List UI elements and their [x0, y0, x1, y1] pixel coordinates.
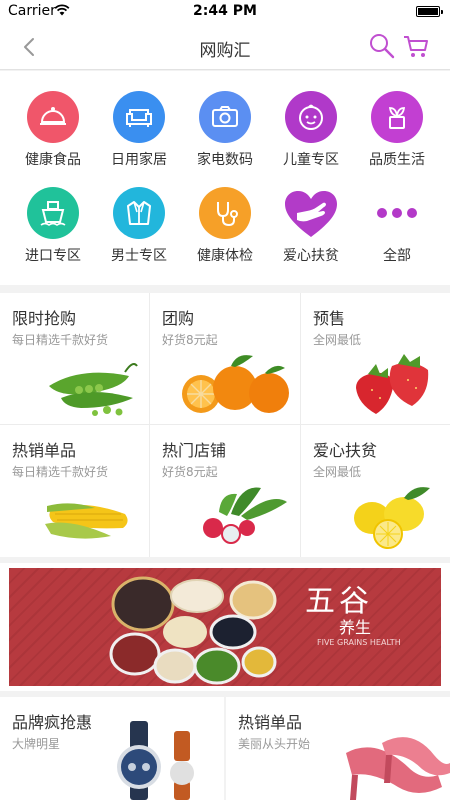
category-kids[interactable]: 儿童专区: [266, 91, 356, 181]
clock: 2:44 PM: [193, 3, 257, 19]
category-label: 健康食品: [25, 152, 81, 168]
nav-bar: 网购汇: [0, 24, 450, 70]
category-label: 健康体检: [197, 248, 253, 264]
cart-icon[interactable]: [402, 32, 430, 60]
status-bar: Carrier 2:44 PM: [0, 0, 450, 24]
suit-icon: [113, 187, 165, 239]
baby-face-icon: [285, 91, 337, 143]
tile-title: 热销单品: [238, 713, 303, 732]
ship-icon: [27, 187, 79, 239]
category-label: 男士专区: [111, 248, 167, 264]
lemons-image: [354, 487, 430, 549]
category-label: 日用家居: [111, 152, 167, 168]
search-icon[interactable]: [368, 32, 396, 60]
promo-hot-shops[interactable]: 热门店铺 好货8元起: [150, 425, 299, 556]
plant-pot-icon: [371, 91, 423, 143]
more-dots-icon: [371, 187, 423, 239]
promo-group-buy[interactable]: 团购 好货8元起: [150, 293, 299, 424]
promo-title: 预售: [313, 309, 346, 328]
tile-brand-sale[interactable]: 品牌疯抢惠 大牌明星: [0, 697, 224, 800]
banner-section: 五谷 养生 FIVE GRAINS HEALTH: [0, 557, 450, 691]
watch-image: [117, 721, 194, 800]
camera-icon: [199, 91, 251, 143]
category-home[interactable]: 日用家居: [94, 91, 184, 181]
oranges-image: [182, 355, 289, 413]
category-all[interactable]: 全部: [352, 187, 442, 277]
banner-english: FIVE GRAINS HEALTH: [317, 638, 401, 647]
heart-hand-icon: [285, 191, 337, 237]
tile-hot-items[interactable]: 热销单品 美丽从头开始: [226, 697, 450, 800]
tile-title: 品牌疯抢惠: [12, 713, 93, 732]
category-label: 全部: [383, 248, 411, 264]
promo-hot-items[interactable]: 热销单品 每日精选千款好货: [0, 425, 149, 556]
category-digital[interactable]: 家电数码: [180, 91, 270, 181]
promo-title: 爱心扶贫: [313, 441, 378, 460]
category-label: 品质生活: [369, 152, 425, 168]
heels-image: [346, 737, 450, 800]
category-label: 家电数码: [197, 152, 253, 168]
strawberries-image: [356, 354, 429, 414]
tile-subtitle: 美丽从头开始: [238, 737, 311, 751]
category-charity[interactable]: 爱心扶贫: [266, 187, 356, 277]
food-cover-icon: [27, 91, 79, 143]
tile-subtitle: 大牌明星: [12, 737, 61, 751]
category-grid: 健康食品 日用家居 家电数码 儿童专区 品质生活 进口专区 男士专区 健康体检 …: [0, 71, 450, 285]
category-label: 进口专区: [25, 248, 81, 264]
banner-subtitle: 养生: [339, 618, 372, 637]
category-health-check[interactable]: 健康体检: [180, 187, 270, 277]
promo-title: 团购: [162, 309, 195, 328]
promo-title: 限时抢购: [12, 309, 77, 328]
corn-image: [45, 503, 128, 539]
radish-image: [203, 487, 287, 544]
sofa-icon: [113, 91, 165, 143]
promo-flash-sale[interactable]: 限时抢购 每日精选千款好货: [0, 293, 149, 424]
promo-charity[interactable]: 爱心扶贫 全网最低: [301, 425, 450, 556]
promo-title: 热门店铺: [162, 441, 227, 460]
category-import[interactable]: 进口专区: [8, 187, 98, 277]
stethoscope-icon: [199, 187, 251, 239]
category-men[interactable]: 男士专区: [94, 187, 184, 277]
promo-grid: 限时抢购 每日精选千款好货 团购 好货8元起 预售 全网最低 热销单品 每日精选…: [0, 293, 450, 557]
grains-image: [109, 576, 277, 685]
bottom-tiles: 品牌疯抢惠 大牌明星 热销单品 美丽从头开始: [0, 691, 450, 800]
grains-banner[interactable]: 五谷 养生 FIVE GRAINS HEALTH: [9, 568, 441, 686]
category-quality-life[interactable]: 品质生活: [352, 91, 442, 181]
promo-title: 热销单品: [12, 441, 77, 460]
category-label: 儿童专区: [283, 152, 339, 168]
category-healthy-food[interactable]: 健康食品: [8, 91, 98, 181]
promo-presale[interactable]: 预售 全网最低: [301, 293, 450, 424]
battery-icon: [416, 6, 443, 17]
peas-image: [49, 363, 138, 416]
category-label: 爱心扶贫: [283, 248, 339, 264]
